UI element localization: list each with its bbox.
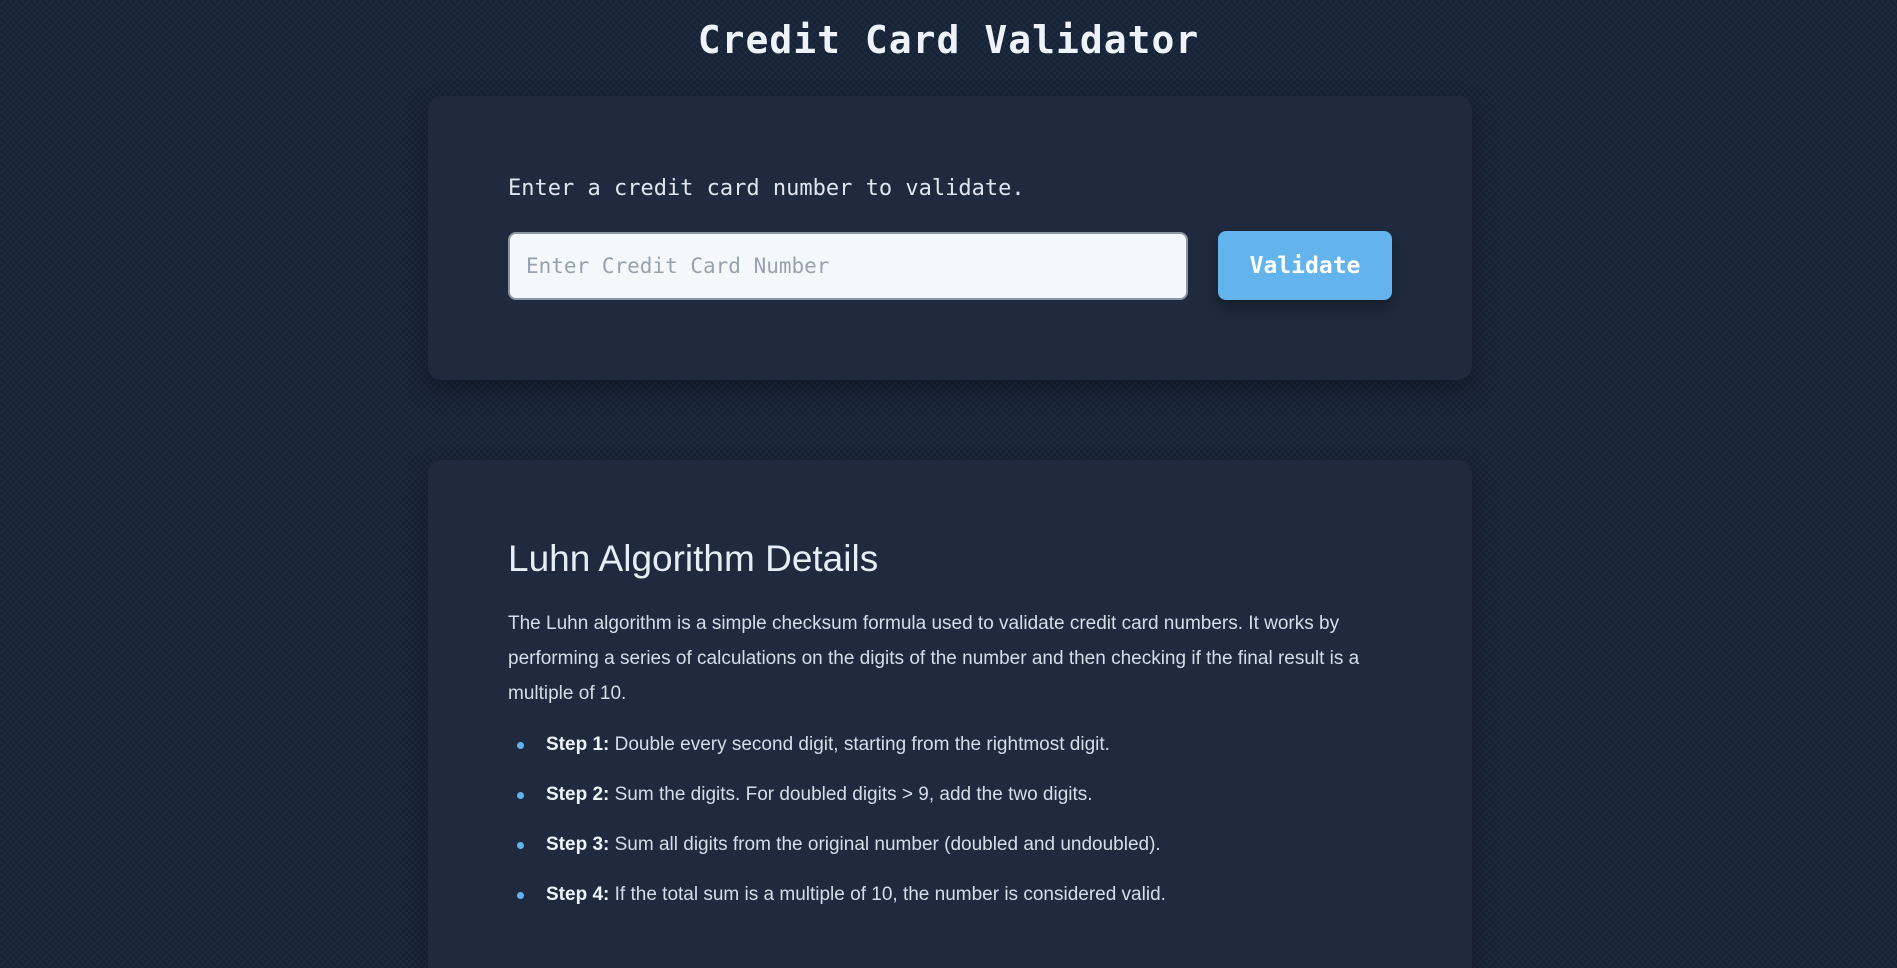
list-item: Step 2: Sum the digits. For doubled digi… [517, 778, 1446, 828]
step-label: Step 2: [546, 784, 610, 805]
details-heading: Luhn Algorithm Details [508, 538, 879, 579]
step-label: Step 4: [546, 884, 610, 905]
bullet-icon [517, 892, 524, 899]
list-item: Step 1: Double every second digit, start… [517, 728, 1446, 778]
luhn-details-card: Luhn Algorithm Details The Luhn algorith… [428, 460, 1472, 968]
step-label: Step 3: [546, 834, 610, 855]
bullet-icon [517, 842, 524, 849]
validator-card: Enter a credit card number to validate. … [428, 96, 1472, 380]
step-label: Step 1: [546, 734, 610, 755]
step-text: Double every second digit, starting from… [609, 734, 1110, 755]
list-item: Step 3: Sum all digits from the original… [517, 828, 1446, 878]
steps-list: Step 1: Double every second digit, start… [508, 728, 1446, 928]
page-title: Credit Card Validator [697, 18, 1200, 62]
list-item: Step 4: If the total sum is a multiple o… [517, 878, 1446, 928]
credit-card-input[interactable] [508, 232, 1188, 300]
step-text: Sum the digits. For doubled digits > 9, … [609, 784, 1093, 805]
step-text: Sum all digits from the original number … [609, 834, 1161, 855]
step-text: If the total sum is a multiple of 10, th… [609, 884, 1166, 905]
bullet-icon [517, 792, 524, 799]
bullet-icon [517, 742, 524, 749]
details-description: The Luhn algorithm is a simple checksum … [508, 613, 1360, 704]
validate-button[interactable]: Validate [1218, 231, 1392, 300]
instruction-text: Enter a credit card number to validate. [508, 176, 1025, 201]
